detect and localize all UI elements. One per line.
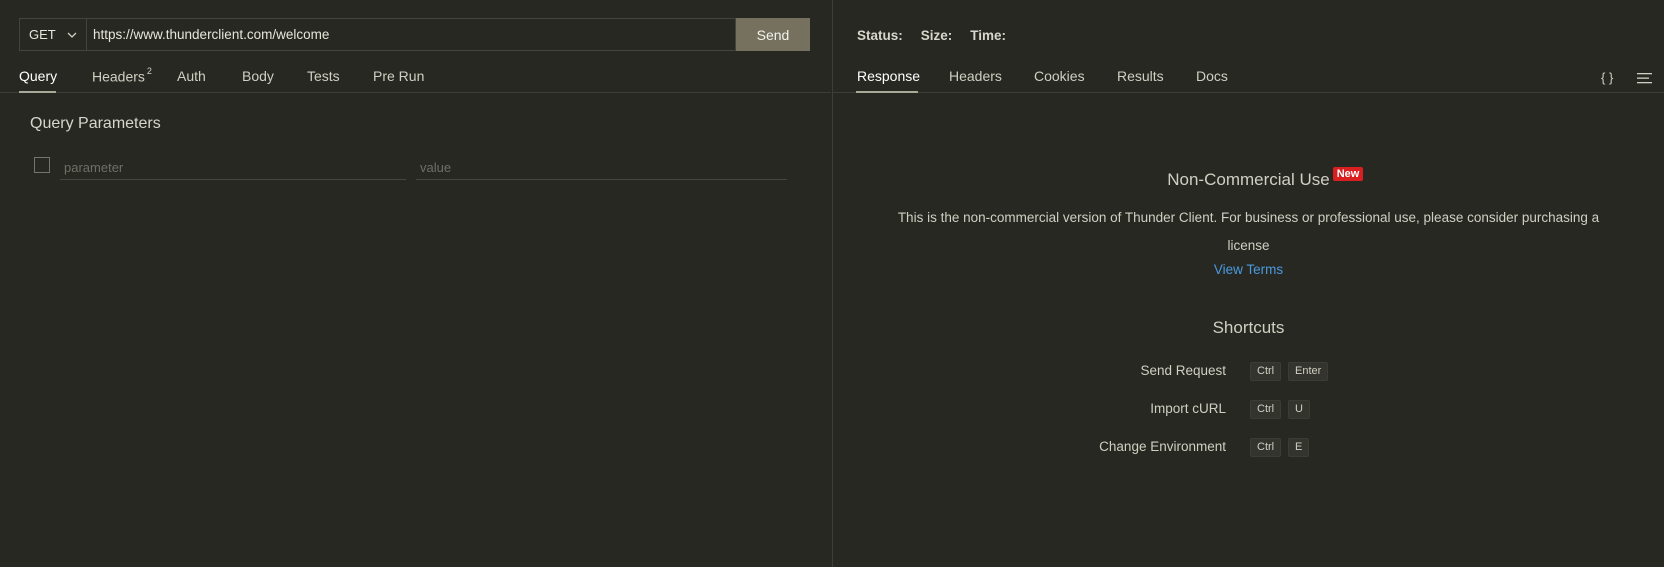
method-value: GET: [29, 27, 56, 42]
request-pane: GET Send Query Headers2 Auth Body Tests …: [0, 0, 832, 567]
notice-title: Non-Commercial Use: [1167, 170, 1330, 189]
tab-response-headers[interactable]: Headers: [949, 68, 1002, 84]
active-tab-indicator: [19, 91, 56, 93]
new-badge: New: [1332, 167, 1364, 181]
notice-description: This is the non-commercial version of Th…: [897, 210, 1600, 253]
tab-headers-label: Headers: [92, 68, 145, 85]
request-tabs: Query Headers 2 Auth Body Tests Pre Run: [0, 62, 831, 93]
shortcut-row-import-curl: Import cURL Ctrl U: [833, 398, 1664, 422]
key-e: E: [1288, 438, 1310, 457]
param-enable-checkbox[interactable]: [34, 157, 50, 173]
thunder-client-view: GET Send Query Headers2 Auth Body Tests …: [0, 0, 1664, 567]
size-label: Size:: [920, 28, 953, 43]
key-enter: Enter: [1288, 362, 1329, 381]
key-ctrl: Ctrl: [1250, 362, 1282, 381]
shortcuts-title: Shortcuts: [1212, 318, 1285, 337]
notice-heading: Non-Commercial Use New: [833, 167, 1664, 190]
key-u: U: [1288, 400, 1310, 419]
menu-lines-icon: [1637, 73, 1652, 84]
tab-headers[interactable]: Headers 2: [92, 66, 152, 85]
time-label: Time:: [970, 28, 1007, 43]
send-button[interactable]: Send: [736, 18, 810, 51]
view-terms-link[interactable]: View Terms: [833, 262, 1664, 277]
method-select[interactable]: GET: [19, 18, 86, 51]
shortcut-row-send-request: Send Request Ctrl Enter: [833, 360, 1664, 384]
response-tabs: Response Headers Cookies Results Docs { …: [833, 62, 1664, 93]
hamburger-menu-icon[interactable]: [1637, 71, 1652, 87]
tab-query[interactable]: Query: [19, 68, 57, 84]
key-ctrl: Ctrl: [1250, 400, 1282, 419]
shortcut-label: Change Environment: [1099, 439, 1226, 454]
tab-pre-run[interactable]: Pre Run: [373, 68, 424, 84]
status-label: Status:: [857, 28, 903, 43]
request-bar: GET Send: [19, 18, 810, 51]
query-parameters-title: Query Parameters: [30, 115, 161, 132]
tab-body[interactable]: Body: [242, 68, 274, 84]
chevron-down-icon: [67, 32, 77, 38]
tab-cookies[interactable]: Cookies: [1034, 68, 1085, 84]
response-pane: Status: Size: Time: Response Headers Coo…: [833, 0, 1664, 567]
headers-count-badge: 2: [146, 66, 152, 76]
key-ctrl: Ctrl: [1250, 438, 1282, 457]
tab-results[interactable]: Results: [1117, 68, 1164, 84]
tab-auth[interactable]: Auth: [177, 68, 206, 84]
parameter-input[interactable]: [60, 156, 406, 180]
tab-response[interactable]: Response: [857, 68, 920, 84]
url-input[interactable]: [86, 18, 736, 51]
value-input[interactable]: [416, 156, 787, 180]
tab-tests[interactable]: Tests: [307, 68, 340, 84]
braces-icon[interactable]: { }: [1601, 70, 1613, 85]
active-tab-indicator: [856, 91, 918, 93]
shortcut-label: Send Request: [1140, 363, 1226, 378]
shortcut-row-change-environment: Change Environment Ctrl E: [833, 436, 1664, 460]
response-status-line: Status: Size: Time:: [857, 28, 1006, 43]
shortcut-label: Import cURL: [1150, 401, 1226, 416]
query-param-row: [34, 156, 794, 180]
tab-docs[interactable]: Docs: [1196, 68, 1228, 84]
notice-title-wrap: Non-Commercial Use New: [1167, 167, 1364, 190]
